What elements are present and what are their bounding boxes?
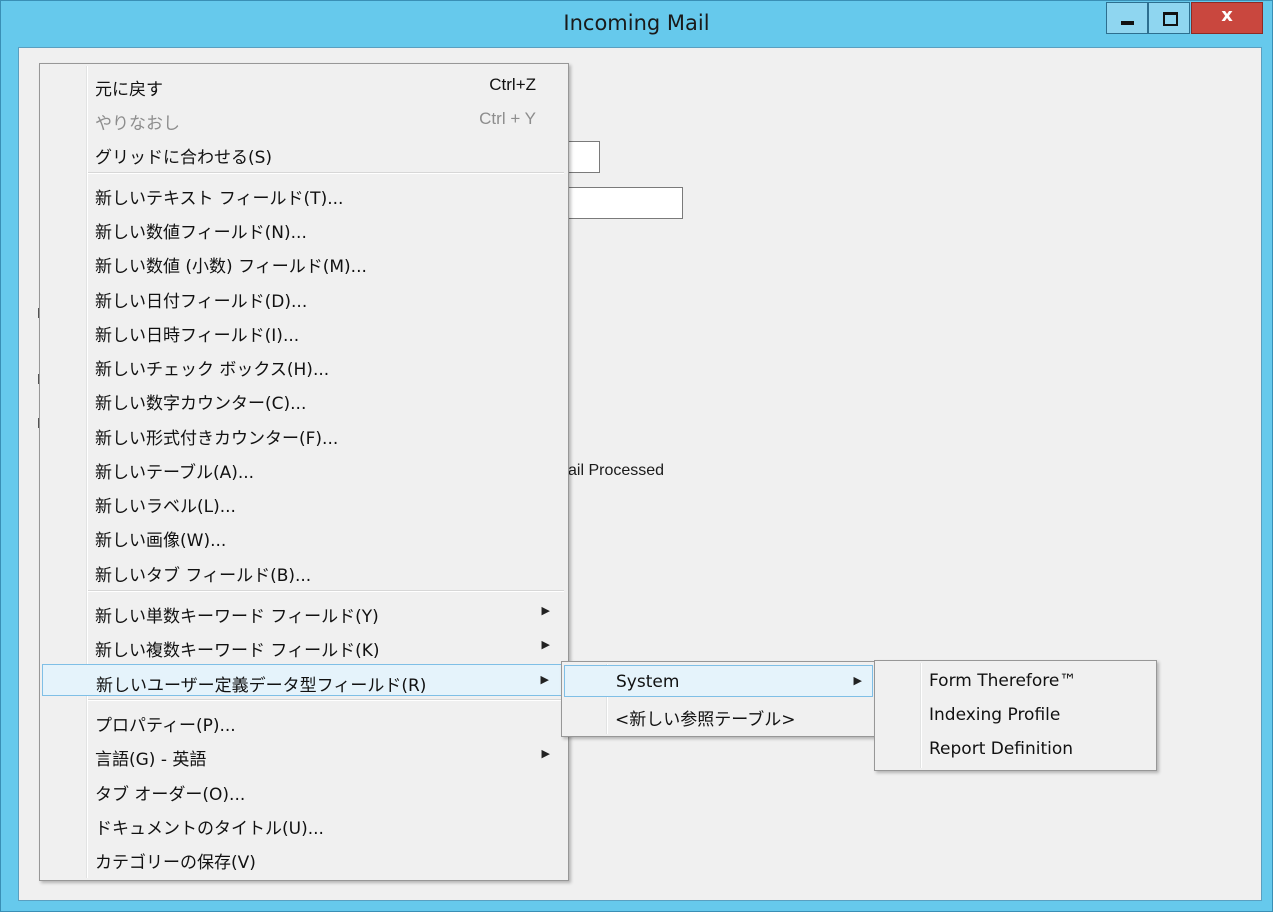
context-menu-item-label: 言語(G) - 英語 [95,750,207,770]
context-menu-item-label: タブ オーダー(O)... [95,785,246,805]
context-menu-item[interactable]: 新しいユーザー定義データ型フィールド(R) ▶ [42,664,566,696]
context-menu-item[interactable]: 新しいラベル(L)... [42,486,566,518]
context-menu-item[interactable]: グリッドに合わせる(S) [42,137,566,169]
context-menu-item[interactable]: 新しい数値フィールド(N)... [42,212,566,244]
context-menu-item-label: 新しい日付フィールド(D)... [95,292,308,312]
context-menu-item[interactable]: カテゴリーの保存(V) [42,842,566,874]
context-menu-item-label: 新しいテキスト フィールド(T)... [95,189,344,209]
submenu-item[interactable]: <新しい参照テーブル> [564,699,873,731]
user-defined-type-submenu: System ▶ <新しい参照テーブル> [561,661,876,737]
menu-separator [88,590,564,592]
submenu-item-label: System [616,672,680,692]
context-menu-item-label: 元に戻す [95,80,163,100]
context-menu-item[interactable]: 新しいテーブル(A)... [42,452,566,484]
context-menu-item[interactable]: 新しいタブ フィールド(B)... [42,555,566,587]
context-menu-item[interactable]: 言語(G) - 英語 ▶ [42,739,566,771]
context-menu-item[interactable]: 新しいテキスト フィールド(T)... [42,178,566,210]
context-menu-item[interactable]: 新しいチェック ボックス(H)... [42,349,566,381]
context-menu-item-label: 新しい画像(W)... [95,531,227,551]
context-menu-item[interactable]: 新しい日付フィールド(D)... [42,281,566,313]
maximize-icon [1163,12,1178,26]
window-title: Incoming Mail [563,11,710,35]
context-menu-item-label: 新しいラベル(L)... [95,497,236,517]
submenu-arrow-icon: ▶ [541,747,550,760]
submenu-item[interactable]: Form Therefore™ [877,665,1154,697]
form-field[interactable] [566,141,600,173]
context-menu-item: やりなおし Ctrl + Y [42,103,566,135]
context-menu-item-label: 新しい複数キーワード フィールド(K) [95,641,380,661]
context-menu-item-label: 新しいユーザー定義データ型フィールド(R) [96,676,427,696]
context-menu-item[interactable]: 新しい複数キーワード フィールド(K) ▶ [42,630,566,662]
minimize-button[interactable] [1106,2,1148,34]
context-menu-item-label: ドキュメントのタイトル(U)... [95,819,324,839]
context-menu-item[interactable]: 元に戻す Ctrl+Z [42,69,566,101]
maximize-button[interactable] [1148,2,1190,34]
minimize-icon [1121,21,1134,25]
submenu-item-label: Report Definition [929,739,1074,759]
context-menu-item-label: カテゴリーの保存(V) [95,853,256,873]
shortcut-label: Ctrl + Y [479,109,536,128]
system-submenu: Form Therefore™ Indexing Profile Report De… [874,660,1157,771]
submenu-item-label: Indexing Profile [929,705,1061,725]
context-menu-item[interactable]: 新しい単数キーワード フィールド(Y) ▶ [42,596,566,628]
context-menu-item-label: 新しい数値フィールド(N)... [95,223,307,243]
close-icon: x [1221,5,1233,26]
context-menu-item-label: 新しい形式付きカウンター(F)... [95,429,339,449]
shortcut-label: Ctrl+Z [489,75,536,94]
context-menu-item-label: やりなおし [95,114,180,134]
context-menu-item[interactable]: タブ オーダー(O)... [42,774,566,806]
context-menu-item[interactable]: プロパティー(P)... [42,705,566,737]
context-menu-item-label: 新しいタブ フィールド(B)... [95,566,312,586]
context-menu-item-label: 新しいテーブル(A)... [95,463,255,483]
context-menu-item-label: 新しい数字カウンター(C)... [95,394,307,414]
context-menu-item[interactable]: 新しい日時フィールド(I)... [42,315,566,347]
submenu-item[interactable]: Indexing Profile [877,699,1154,731]
context-menu-item-label: 新しい数値 (小数) フィールド(M)... [95,257,367,277]
context-menu-item[interactable]: ドキュメントのタイトル(U)... [42,808,566,840]
submenu-arrow-icon: ▶ [541,638,550,651]
menu-separator [88,172,564,174]
submenu-arrow-icon: ▶ [540,673,549,686]
context-menu: 元に戻す Ctrl+Z やりなおし Ctrl + Y グリッドに合わせる(S) 新しいテキ… [39,63,569,881]
context-menu-item-label: 新しいチェック ボックス(H)... [95,360,330,380]
submenu-arrow-icon: ▶ [541,604,550,617]
submenu-item-label: Form Therefore™ [929,671,1077,691]
form-label: ail Processed [568,462,665,479]
submenu-arrow-icon: ▶ [853,674,862,687]
context-menu-item-label: グリッドに合わせる(S) [95,148,273,168]
close-button[interactable]: x [1191,2,1263,34]
context-menu-item-label: 新しい単数キーワード フィールド(Y) [95,607,379,627]
context-menu-item-label: 新しい日時フィールド(I)... [95,326,300,346]
form-field[interactable] [566,187,683,219]
menu-separator [88,699,564,701]
context-menu-item-label: プロパティー(P)... [95,716,236,736]
context-menu-item[interactable]: 新しい数字カウンター(C)... [42,383,566,415]
context-menu-item[interactable]: 新しい画像(W)... [42,520,566,552]
submenu-item-label: <新しい参照テーブル> [615,710,796,730]
submenu-item[interactable]: System ▶ [564,665,873,697]
context-menu-item[interactable]: 新しい数値 (小数) フィールド(M)... [42,246,566,278]
submenu-item[interactable]: Report Definition [877,733,1154,765]
context-menu-item[interactable]: 新しい形式付きカウンター(F)... [42,418,566,450]
